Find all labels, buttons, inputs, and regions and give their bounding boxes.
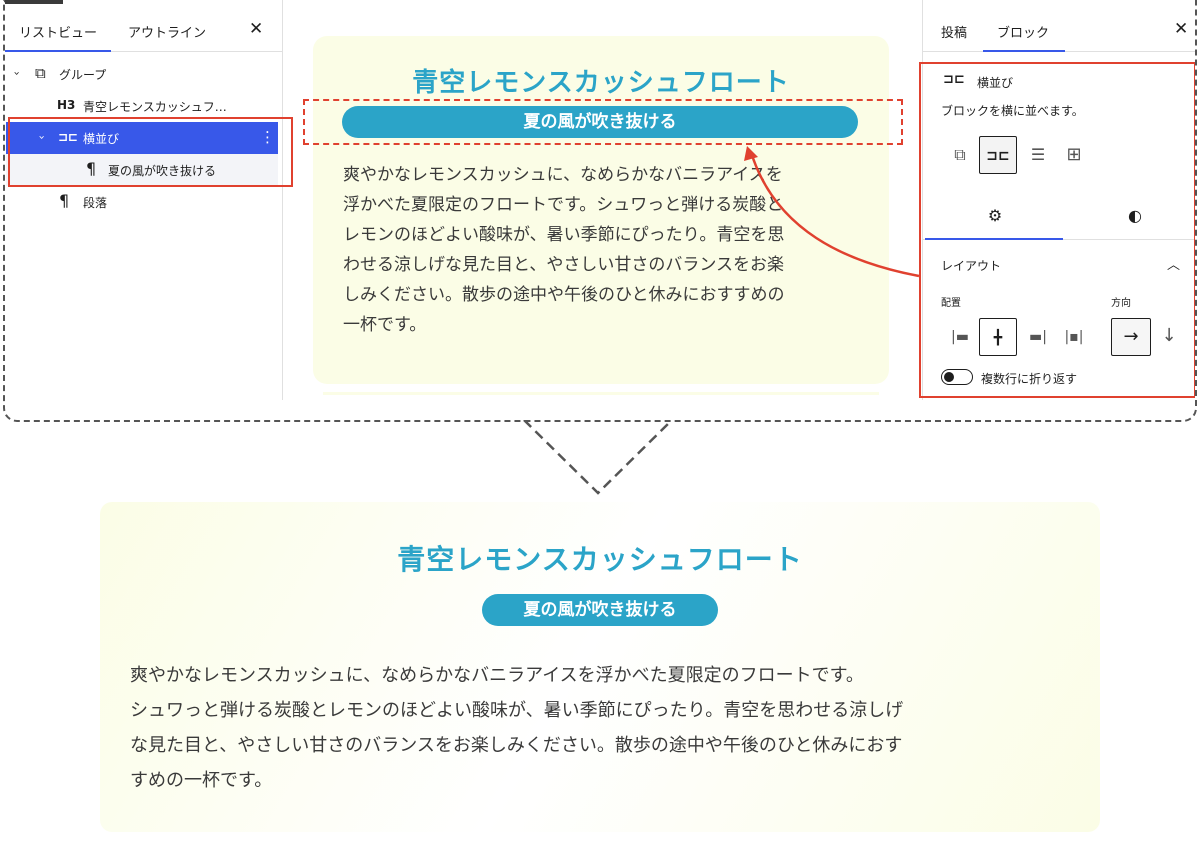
result-heading: 青空レモンスカッシュフロート bbox=[397, 543, 803, 576]
editor-screenshot: リストビュー アウトライン ✕ › ⧉ グループ H3 青空レモンスカッシュフ…… bbox=[3, 0, 1197, 422]
paragraph-line: すめの一杯です。 bbox=[130, 770, 273, 791]
paragraph-line: な見た目と、やさしい甘さのバランスをお楽しみください。散歩の途中や午後のひと休み… bbox=[130, 735, 903, 756]
callout-pointer bbox=[523, 420, 673, 495]
annotation-arrow bbox=[744, 146, 920, 278]
result-pill: 夏の風が吹き抜ける bbox=[482, 594, 718, 626]
result-paragraph: 爽やかなレモンスカッシュに、なめらかなバニラアイスを浮かべた夏限定のフロートです… bbox=[130, 658, 1070, 798]
page: リストビュー アウトライン ✕ › ⧉ グループ H3 青空レモンスカッシュフ…… bbox=[0, 0, 1200, 855]
paragraph-line: シュワっと弾ける炭酸とレモンのほどよい酸味が、暑い季節にぴったり。青空を思わせる… bbox=[130, 700, 904, 721]
paragraph-line: 爽やかなレモンスカッシュに、なめらかなバニラアイスを浮かべた夏限定のフロートです… bbox=[130, 665, 864, 686]
